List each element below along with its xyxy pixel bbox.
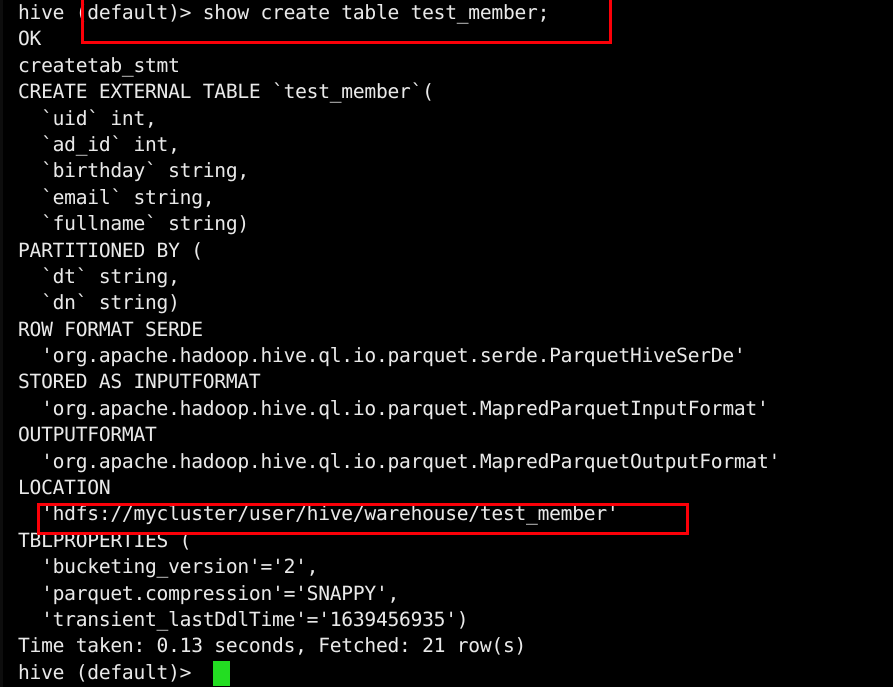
terminal-line: 'org.apache.hadoop.hive.ql.io.parquet.Ma… [18,396,769,420]
terminal-window[interactable]: hive (default)> show create table test_m… [0,0,893,687]
terminal-line: PARTITIONED BY ( [18,238,203,262]
terminal-line: hive (default)> [18,660,203,684]
terminal-line: createtab_stmt [18,53,180,77]
terminal-line: hive (default)> show create table test_m… [18,1,550,24]
terminal-output: hive (default)> show create table test_m… [18,0,780,686]
terminal-line: `dn` string) [18,291,180,315]
terminal-line: Time taken: 0.13 seconds, Fetched: 21 ro… [18,634,527,658]
terminal-line: `email` string, [18,185,215,209]
terminal-line: TBLPROPERTIES ( [18,528,192,552]
terminal-line: `uid` int, [18,106,157,130]
terminal-line: OK [18,27,42,51]
terminal-line: OUTPUTFORMAT [18,423,157,447]
terminal-line: `dt` string, [18,264,180,288]
terminal-line: `birthday` string, [18,159,249,183]
terminal-line: 'org.apache.hadoop.hive.ql.io.parquet.se… [18,344,746,368]
terminal-line: CREATE EXTERNAL TABLE `test_member`( [18,80,434,104]
terminal-line: 'hdfs://mycluster/user/hive/warehouse/te… [18,502,619,526]
terminal-line: STORED AS INPUTFORMAT [18,370,261,394]
terminal-line: 'org.apache.hadoop.hive.ql.io.parquet.Ma… [18,449,781,473]
terminal-line: ROW FORMAT SERDE [18,317,203,341]
terminal-line: 'transient_lastDdlTime'='1639456935') [18,607,469,631]
terminal-line: LOCATION [18,476,111,500]
terminal-line: `fullname` string) [18,212,249,236]
terminal-line: 'bucketing_version'='2', [18,555,319,579]
terminal-line: `ad_id` int, [18,132,180,156]
terminal-cursor [213,661,230,686]
terminal-line: 'parquet.compression'='SNAPPY', [18,581,400,605]
terminal-left-edge [0,0,3,687]
